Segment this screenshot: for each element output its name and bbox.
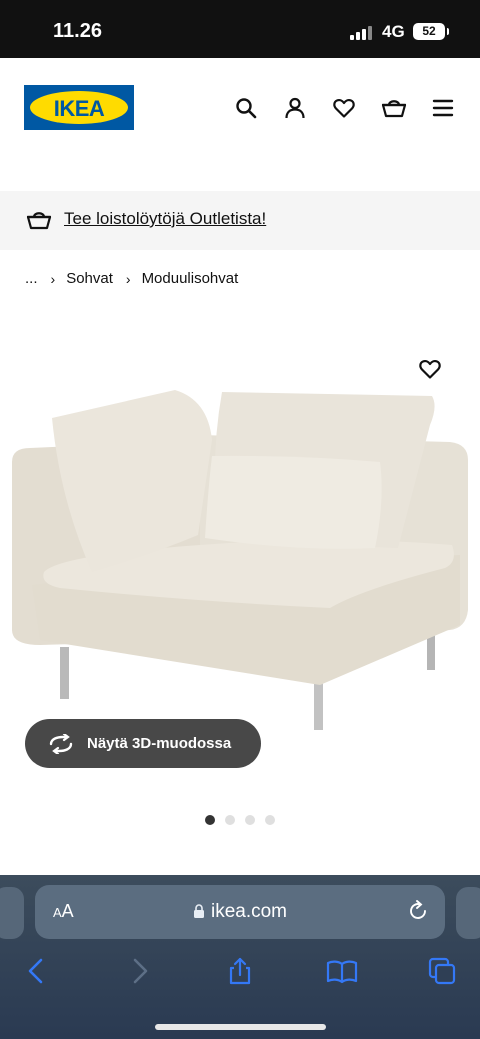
status-time: 11.26 (53, 20, 102, 42)
tabs-icon[interactable] (428, 957, 456, 985)
lock-icon (193, 904, 204, 918)
battery-level: 52 (422, 24, 436, 38)
view-3d-button[interactable]: Näytä 3D-muodossa (25, 719, 261, 768)
url-text: ikea.com (210, 901, 288, 922)
chevron-right-icon: › (50, 270, 56, 287)
carousel-dot[interactable] (245, 815, 255, 825)
site-header: IKEA (0, 58, 480, 191)
breadcrumb-item-more[interactable]: ... (25, 270, 38, 287)
share-icon[interactable] (226, 957, 254, 985)
forward-icon[interactable] (126, 957, 154, 985)
browser-toolbar: AA ikea.com (0, 875, 480, 1039)
next-tab-preview[interactable] (456, 887, 480, 939)
signal-icon (350, 24, 376, 40)
previous-tab-preview[interactable] (0, 887, 24, 939)
carousel-dot[interactable] (225, 815, 235, 825)
view-3d-label: Näytä 3D-muodossa (87, 735, 232, 752)
user-icon[interactable] (283, 96, 307, 120)
logo-text: IKEA (53, 96, 105, 121)
sofa-leg (60, 647, 69, 699)
shopping-bag-icon (26, 212, 52, 230)
back-icon[interactable] (22, 957, 50, 985)
breadcrumb-item-moduulisohvat[interactable]: Moduulisohvat (142, 270, 239, 287)
battery-icon: 52 (413, 23, 449, 40)
heart-icon[interactable] (332, 96, 356, 120)
breadcrumb-item-sohvat[interactable]: Sohvat (66, 270, 113, 287)
network-type: 4G (382, 22, 405, 41)
chevron-right-icon: › (125, 270, 131, 287)
image-carousel-indicator (205, 815, 275, 825)
promo-link[interactable]: Tee loistolöytöjä Outletista! (64, 209, 266, 229)
cart-icon[interactable] (381, 96, 407, 120)
home-indicator[interactable] (155, 1024, 326, 1030)
rotate-3d-icon (49, 733, 73, 754)
outlet-promo-banner[interactable]: Tee loistolöytöjä Outletista! (0, 191, 480, 250)
add-to-favorites-heart-icon[interactable] (418, 357, 442, 381)
ikea-logo[interactable]: IKEA (24, 85, 134, 130)
reload-icon[interactable] (407, 900, 429, 922)
breadcrumb: ... › Sohvat › Moduulisohvat (25, 270, 238, 287)
menu-icon[interactable] (431, 96, 455, 120)
carousel-dot[interactable] (205, 815, 215, 825)
search-icon[interactable] (234, 96, 258, 120)
bookmarks-icon[interactable] (326, 957, 358, 985)
address-bar[interactable]: AA ikea.com (35, 885, 445, 939)
status-bar: 11.26 4G 52 (0, 0, 480, 58)
carousel-dot[interactable] (265, 815, 275, 825)
